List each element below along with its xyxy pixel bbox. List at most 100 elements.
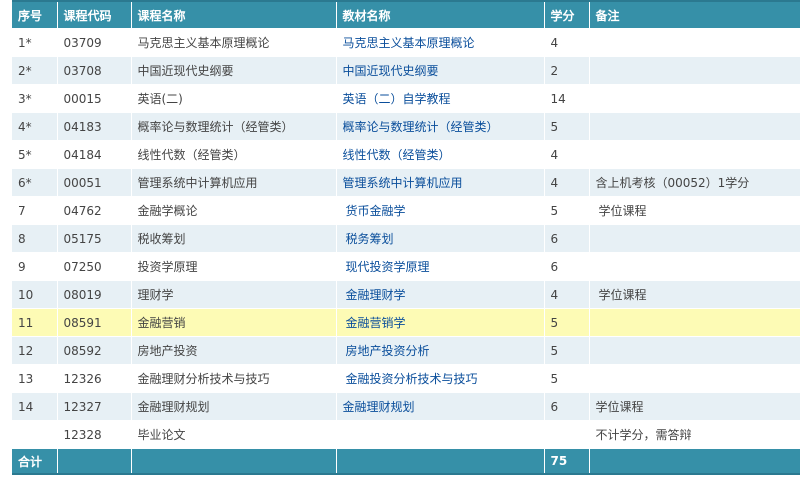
course-name: 理财学 xyxy=(131,280,337,309)
course-code: 07250 xyxy=(57,252,132,281)
course-code: 04762 xyxy=(57,196,132,225)
course-name: 金融学概论 xyxy=(131,196,337,225)
table-footer: 合计 75 xyxy=(12,448,800,475)
textbook-link[interactable]: 马克思主义基本原理概论 xyxy=(336,28,545,57)
course-code: 00015 xyxy=(57,84,132,113)
total-credit: 75 xyxy=(544,448,590,475)
course-name: 房地产投资 xyxy=(131,336,337,365)
textbook-link[interactable]: 英语（二）自学教程 xyxy=(336,84,545,113)
credit-value: 5 xyxy=(544,112,590,141)
note-text xyxy=(589,56,800,85)
row-number: 12 xyxy=(12,336,58,365)
textbook-link[interactable]: 金融理财学 xyxy=(336,280,545,309)
credit-value: 5 xyxy=(544,336,590,365)
course-code: 03708 xyxy=(57,56,132,85)
header-credit: 学分 xyxy=(544,0,590,29)
row-number: 10 xyxy=(12,280,58,309)
note-text: 不计学分，需答辩 xyxy=(589,420,800,449)
total-empty-book xyxy=(336,448,545,475)
table-row: 2* 03708 中国近现代史纲要 中国近现代史纲要 2 xyxy=(12,56,800,85)
note-text: 学位课程 xyxy=(589,280,800,309)
textbook-link[interactable]: 金融投资分析技术与技巧 xyxy=(336,364,545,393)
row-number: 9 xyxy=(12,252,58,281)
course-code: 12328 xyxy=(57,420,132,449)
table-row: 12328 毕业论文 不计学分，需答辩 xyxy=(12,420,800,449)
credit-value: 5 xyxy=(544,308,590,337)
textbook-link[interactable]: 概率论与数理统计（经管类） xyxy=(336,112,545,141)
course-code: 12327 xyxy=(57,392,132,421)
credit-value: 5 xyxy=(544,196,590,225)
note-text xyxy=(589,28,800,57)
row-number: 3* xyxy=(12,84,58,113)
row-number: 2* xyxy=(12,56,58,85)
textbook-link[interactable]: 税务筹划 xyxy=(336,224,545,253)
row-number: 4* xyxy=(12,112,58,141)
course-code: 04184 xyxy=(57,140,132,169)
note-text xyxy=(589,364,800,393)
textbook-link[interactable]: 房地产投资分析 xyxy=(336,336,545,365)
total-label: 合计 xyxy=(12,448,58,475)
row-number: 7 xyxy=(12,196,58,225)
textbook-link[interactable]: 金融营销学 xyxy=(336,308,545,337)
course-name: 投资学原理 xyxy=(131,252,337,281)
row-number: 6* xyxy=(12,168,58,197)
textbook-link[interactable] xyxy=(336,420,545,449)
course-code: 00051 xyxy=(57,168,132,197)
course-name: 金融理财规划 xyxy=(131,392,337,421)
course-name: 概率论与数理统计（经管类） xyxy=(131,112,337,141)
textbook-link[interactable]: 货币金融学 xyxy=(336,196,545,225)
credit-value: 4 xyxy=(544,28,590,57)
credit-value: 4 xyxy=(544,140,590,169)
row-number: 11 xyxy=(12,308,58,337)
credit-value: 5 xyxy=(544,364,590,393)
course-table-container: 序号 课程代码 课程名称 教材名称 学分 备注 1* 03709 马克思主义基本原理… xyxy=(0,0,800,481)
table-row: 7 04762 金融学概论 货币金融学 5 学位课程 xyxy=(12,196,800,225)
table-row: 12 08592 房地产投资 房地产投资分析 5 xyxy=(12,336,800,365)
course-code: 05175 xyxy=(57,224,132,253)
note-text: 含上机考核（00052）1学分 xyxy=(589,168,800,197)
course-name: 管理系统中计算机应用 xyxy=(131,168,337,197)
note-text xyxy=(589,252,800,281)
credit-value: 4 xyxy=(544,168,590,197)
course-name: 毕业论文 xyxy=(131,420,337,449)
row-number xyxy=(12,420,58,449)
course-code: 08591 xyxy=(57,308,132,337)
table-row: 8 05175 税收筹划 税务筹划 6 xyxy=(12,224,800,253)
header-no: 序号 xyxy=(12,0,58,29)
table-row: 5* 04184 线性代数（经管类） 线性代数（经管类） 4 xyxy=(12,140,800,169)
note-text xyxy=(589,308,800,337)
header-code: 课程代码 xyxy=(57,0,132,29)
credit-value: 4 xyxy=(544,280,590,309)
textbook-link[interactable]: 现代投资学原理 xyxy=(336,252,545,281)
course-name: 马克思主义基本原理概论 xyxy=(131,28,337,57)
note-text: 学位课程 xyxy=(589,392,800,421)
course-name: 金融营销 xyxy=(131,308,337,337)
credit-value: 2 xyxy=(544,56,590,85)
note-text: 学位课程 xyxy=(589,196,800,225)
total-empty-name xyxy=(131,448,337,475)
note-text xyxy=(589,84,800,113)
table-body: 1* 03709 马克思主义基本原理概论 马克思主义基本原理概论 4 2* 03708 中国近… xyxy=(12,28,800,449)
table-row: 13 12326 金融理财分析技术与技巧 金融投资分析技术与技巧 5 xyxy=(12,364,800,393)
course-code: 08592 xyxy=(57,336,132,365)
row-number: 13 xyxy=(12,364,58,393)
table-row: 6* 00051 管理系统中计算机应用 管理系统中计算机应用 4 含上机考核（00052）… xyxy=(12,168,800,197)
course-code: 03709 xyxy=(57,28,132,57)
table-row: 14 12327 金融理财规划 金融理财规划 6 学位课程 xyxy=(12,392,800,421)
textbook-link[interactable]: 金融理财规划 xyxy=(336,392,545,421)
table-row: 10 08019 理财学 金融理财学 4 学位课程 xyxy=(12,280,800,309)
textbook-link[interactable]: 管理系统中计算机应用 xyxy=(336,168,545,197)
total-empty-note xyxy=(589,448,800,475)
textbook-link[interactable]: 线性代数（经管类） xyxy=(336,140,545,169)
textbook-link[interactable]: 中国近现代史纲要 xyxy=(336,56,545,85)
header-course-name: 课程名称 xyxy=(131,0,337,29)
credit-value: 6 xyxy=(544,392,590,421)
total-empty-code xyxy=(57,448,132,475)
credit-value xyxy=(544,420,590,449)
note-text xyxy=(589,112,800,141)
table-row: 1* 03709 马克思主义基本原理概论 马克思主义基本原理概论 4 xyxy=(12,28,800,57)
note-text xyxy=(589,336,800,365)
note-text xyxy=(589,224,800,253)
credit-value: 6 xyxy=(544,252,590,281)
course-name: 税收筹划 xyxy=(131,224,337,253)
